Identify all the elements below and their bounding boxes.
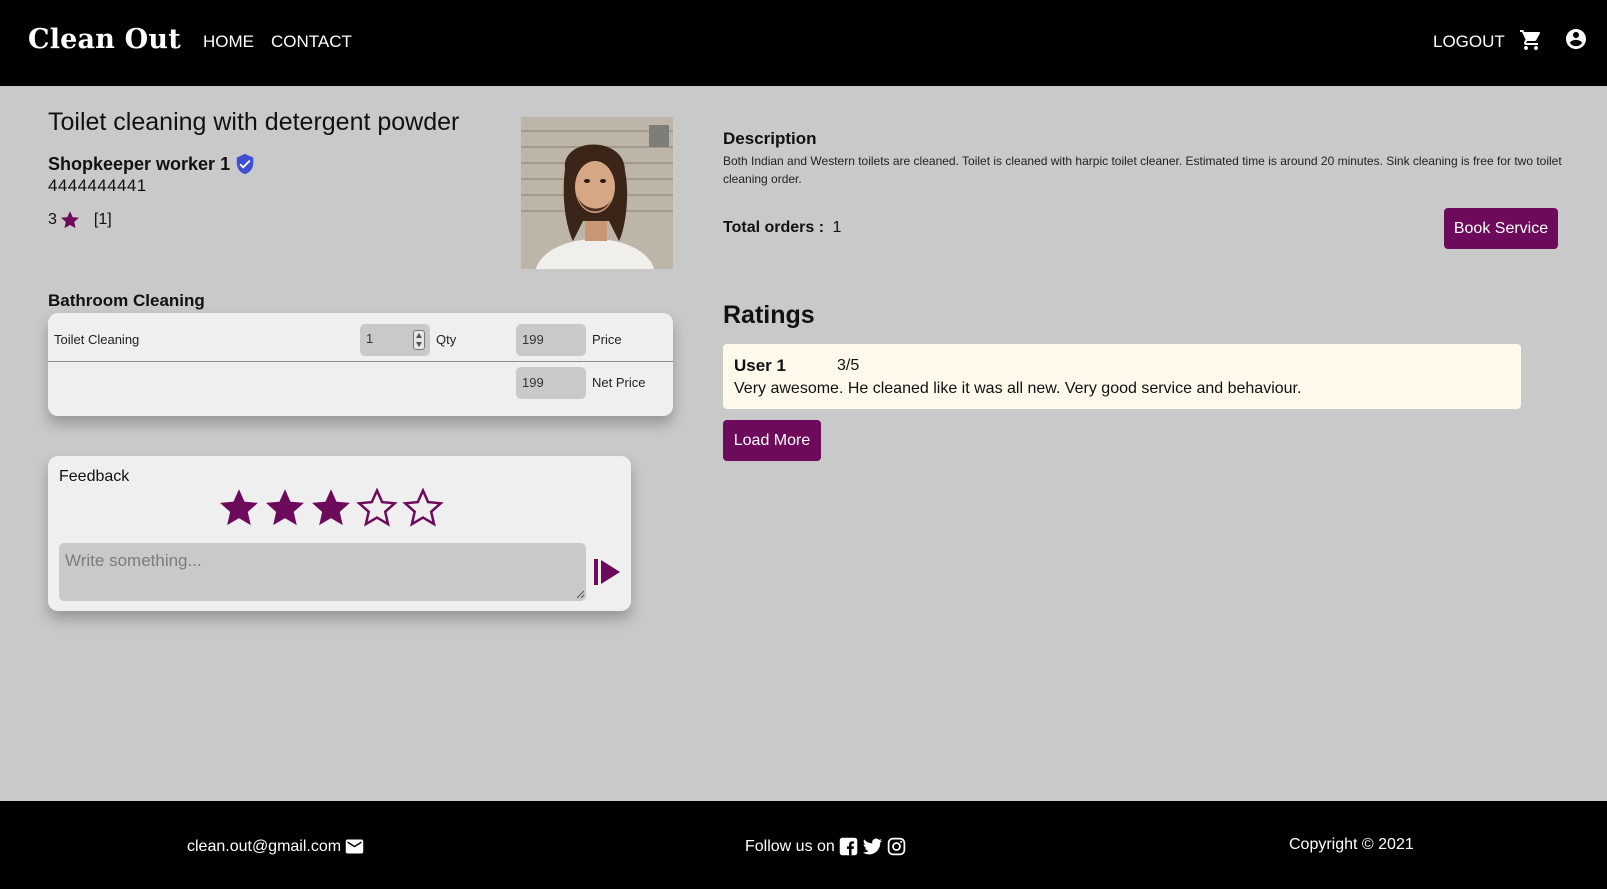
footer-email-text[interactable]: clean.out@gmail.com [187,838,341,856]
worker-rating: 3 [1] [48,209,112,231]
feedback-card: Feedback [48,456,631,611]
resize-grip-icon[interactable] [576,590,585,599]
star-filled-icon[interactable] [264,488,306,530]
review-card: User 1 3/5 Very awesome. He cleaned like… [723,344,1521,409]
feedback-star-rating[interactable] [218,488,444,530]
total-orders-value: 1 [832,219,842,236]
footer-email[interactable]: clean.out@gmail.com [187,836,365,857]
footer-social: Follow us on [745,836,907,857]
quantity-label: Qty [436,332,457,347]
star-icon [60,211,79,229]
navbar: Clean Out HOME CONTACT LOGOUT [0,0,1607,86]
star-filled-icon[interactable] [218,488,260,530]
total-orders: Total orders : 1 [723,219,841,237]
nav-logout-link[interactable]: LOGOUT [1433,32,1505,52]
star-filled-icon[interactable] [310,488,352,530]
nav-contact-link[interactable]: CONTACT [271,32,352,52]
send-icon[interactable] [592,557,622,587]
description-heading: Description [723,129,817,148]
price-label: Price [592,332,622,347]
brand-logo[interactable]: Clean Out [28,24,181,55]
rating-count: [1] [93,211,112,228]
worker-phone: 4444444441 [48,176,147,195]
footer-copyright: Copyright © 2021 [1289,836,1414,853]
cart-icon[interactable] [1519,28,1543,52]
net-price-field: 199 [516,367,586,399]
feedback-title: Feedback [59,468,130,485]
facebook-icon[interactable] [838,836,859,857]
feedback-input[interactable] [59,543,586,601]
quantity-stepper[interactable]: 1 [360,324,430,356]
net-price-row: 199 Net Price [48,362,673,411]
total-orders-label: Total orders : [723,219,825,236]
worker-name: Shopkeeper worker 1 [48,152,256,176]
footer-follow-text: Follow us on [745,837,835,855]
category-title: Bathroom Cleaning [48,291,205,310]
ratings-heading: Ratings [723,301,815,329]
verified-shield-icon [236,153,254,175]
book-service-button[interactable]: Book Service [1444,208,1558,249]
load-more-button[interactable]: Load More [723,420,821,461]
price-field: 199 [516,324,586,356]
star-outline-icon[interactable] [356,488,398,530]
items-card: Toilet Cleaning 1 Qty 199 Price 199 Net … [48,313,673,416]
review-user: User 1 [734,356,786,375]
rating-value: 3 [48,211,57,228]
service-title: Toilet cleaning with detergent powder [48,108,460,136]
instagram-icon[interactable] [886,836,907,857]
star-outline-icon[interactable] [402,488,444,530]
net-price-label: Net Price [592,375,646,390]
footer: clean.out@gmail.com Follow us on Copyrig… [0,801,1607,889]
twitter-icon[interactable] [862,836,883,857]
account-circle-icon[interactable] [1564,27,1588,51]
review-score: 3/5 [837,357,860,374]
nav-home-link[interactable]: HOME [203,32,254,52]
worker-photo-image [521,117,673,269]
mail-icon [345,839,364,854]
spinner-arrows-icon[interactable] [413,330,425,350]
review-text: Very awesome. He cleaned like it was all… [734,380,1302,397]
description-text: Both Indian and Western toilets are clea… [723,154,1562,186]
worker-photo [521,117,673,269]
quantity-value: 1 [366,331,374,346]
worker-name-text: Shopkeeper worker 1 [48,153,231,174]
item-name: Toilet Cleaning [54,332,140,347]
item-row: Toilet Cleaning 1 Qty 199 Price [48,313,673,362]
